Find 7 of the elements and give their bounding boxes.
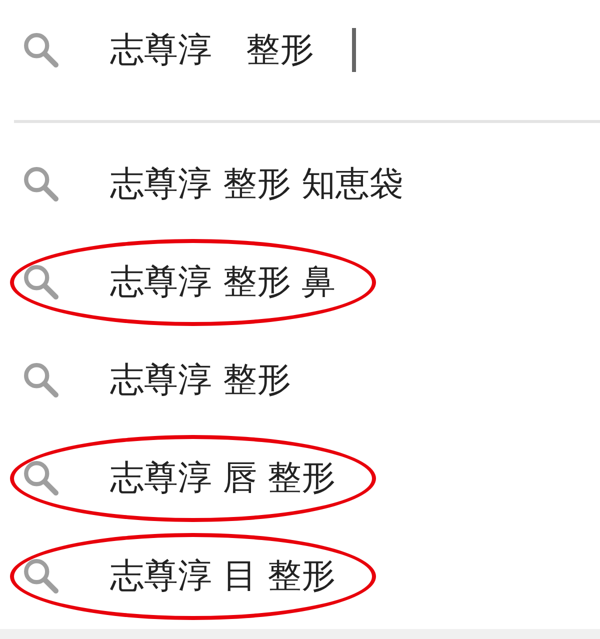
- suggestion-item[interactable]: 志尊淳 整形: [110, 354, 291, 406]
- search-field[interactable]: 志尊淳 整形: [110, 24, 314, 76]
- suggestion-item[interactable]: 志尊淳 唇 整形: [110, 452, 336, 504]
- suggestion-item[interactable]: 志尊淳 整形 鼻: [110, 256, 336, 308]
- suggestion-item[interactable]: 志尊淳 整形 知恵袋: [110, 158, 404, 210]
- text-cursor: [352, 28, 356, 72]
- suggestion-item[interactable]: 志尊淳 目 整形: [110, 550, 336, 602]
